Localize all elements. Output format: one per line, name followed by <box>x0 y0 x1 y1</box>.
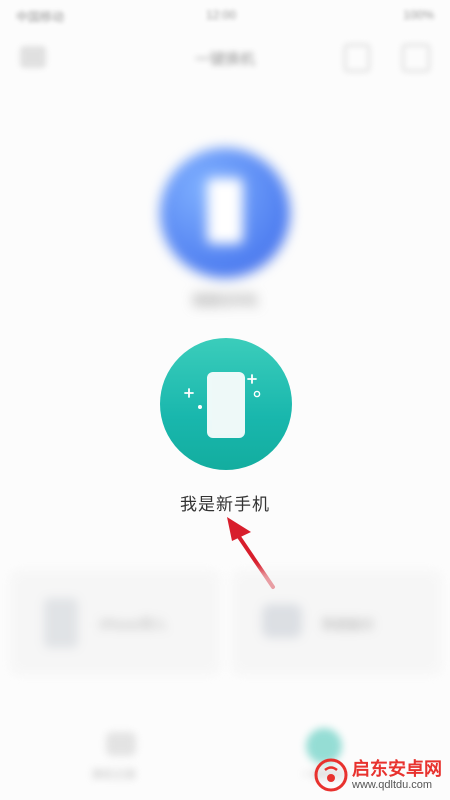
iphone-import-card[interactable]: iPhone导入 <box>10 570 220 675</box>
scan-icon[interactable] <box>344 44 370 72</box>
new-phone-option[interactable]: 我是新手机 <box>150 338 300 528</box>
settings-icon[interactable] <box>402 44 430 72</box>
old-phone-option[interactable]: 我是旧手机 <box>150 148 300 318</box>
watermark: 启东安卓网 www.qdltdu.com <box>314 758 442 792</box>
watermark-text: 启东安卓网 www.qdltdu.com <box>352 759 442 791</box>
iphone-import-label: iPhone导入 <box>100 617 167 632</box>
feature-cards: iPhone导入 数据备份 <box>0 570 450 680</box>
watermark-url: www.qdltdu.com <box>352 779 433 791</box>
watermark-brand: 启东安卓网 <box>352 759 442 779</box>
new-phone-icon <box>184 372 261 438</box>
backup-icon <box>262 604 302 638</box>
page-title: 一键换机 <box>194 51 255 68</box>
battery-text: 100% <box>403 8 434 22</box>
new-phone-circle <box>160 338 292 470</box>
old-phone-icon <box>207 178 243 244</box>
iphone-icon <box>44 598 78 648</box>
header: 一键换机 <box>0 36 450 80</box>
backup-card[interactable]: 数据备份 <box>232 570 442 675</box>
back-icon[interactable] <box>20 46 46 68</box>
screen: 中国移动 12:00 100% 一键换机 我是旧手机 我是新手机 iPhone导… <box>0 0 450 800</box>
backup-label: 数据备份 <box>322 617 375 632</box>
carrier-text: 中国移动 <box>16 10 65 24</box>
status-bar: 中国移动 12:00 100% <box>0 0 450 28</box>
old-phone-label: 我是旧手机 <box>192 293 258 308</box>
watermark-logo-icon <box>314 758 348 792</box>
record-tab-label[interactable]: 换机记录 <box>92 766 136 782</box>
record-tab-icon[interactable] <box>106 732 136 756</box>
clock-text: 12:00 <box>206 8 237 22</box>
